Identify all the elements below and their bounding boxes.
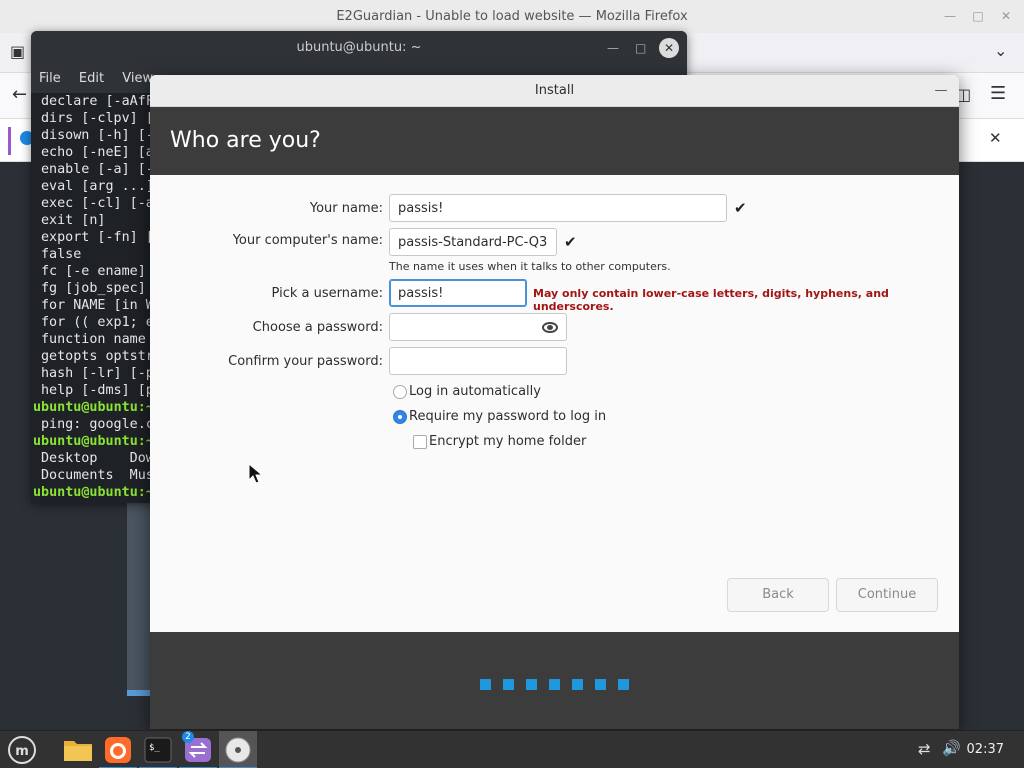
terminal-close-icon[interactable]: ✕ xyxy=(659,38,679,58)
show-password-eye-icon[interactable] xyxy=(542,322,558,333)
require-password-radio[interactable] xyxy=(393,410,407,424)
auto-login-radio[interactable] xyxy=(393,385,407,399)
updates-icon[interactable]: 2 xyxy=(179,731,217,768)
username-label: Pick a username: xyxy=(271,286,383,301)
progress-step-dot xyxy=(549,679,560,690)
menu-view[interactable]: View xyxy=(122,71,153,86)
installer-minimize-icon[interactable]: — xyxy=(931,75,951,107)
auto-login-label[interactable]: Log in automatically xyxy=(409,384,541,399)
encrypt-home-label[interactable]: Encrypt my home folder xyxy=(429,434,586,449)
installer-titlebar[interactable]: Install — xyxy=(150,75,959,107)
confirm-password-label: Confirm your password: xyxy=(228,354,383,369)
menu-edit[interactable]: Edit xyxy=(79,71,104,86)
firefox-title: E2Guardian - Unable to load website — Mo… xyxy=(336,9,688,24)
computer-name-field[interactable] xyxy=(389,228,557,256)
progress-step-dot xyxy=(480,679,491,690)
terminal-titlebar[interactable]: ubuntu@ubuntu: ~ — □ ✕ xyxy=(31,31,687,65)
maximize-icon[interactable]: □ xyxy=(967,0,989,33)
firefox-titlebar: E2Guardian - Unable to load website — Mo… xyxy=(0,0,1024,33)
progress-step-dot xyxy=(618,679,629,690)
hamburger-menu-icon[interactable]: ☰ xyxy=(990,83,1006,104)
require-password-label[interactable]: Require my password to log in xyxy=(409,409,606,424)
name-valid-check-icon: ✔ xyxy=(734,199,747,217)
confirm-password-field[interactable] xyxy=(389,347,567,375)
progress-step-dot xyxy=(595,679,606,690)
installer-window[interactable]: Install — Who are you? Your name: ✔ Your… xyxy=(150,75,959,729)
terminal-icon[interactable]: $_ xyxy=(139,731,177,768)
back-button[interactable]: Back xyxy=(727,578,829,612)
mouse-cursor-icon xyxy=(248,463,264,484)
computer-name-hint: The name it uses when it talks to other … xyxy=(389,260,671,273)
installer-taskbar-icon[interactable] xyxy=(219,731,257,768)
back-arrow-icon[interactable]: ← xyxy=(12,84,27,105)
close-icon[interactable]: ✕ xyxy=(995,0,1017,33)
taskbar: m $_ 2 ⇄ 🔊 02:37 xyxy=(0,730,1024,768)
name-label: Your name: xyxy=(309,201,383,216)
notification-close-icon[interactable]: ✕ xyxy=(989,129,1002,147)
terminal-maximize-icon[interactable]: □ xyxy=(635,31,646,65)
progress-step-dot xyxy=(572,679,583,690)
page-title: Who are you? xyxy=(150,107,959,175)
network-icon[interactable]: ⇄ xyxy=(918,740,931,758)
firefox-icon[interactable] xyxy=(99,731,137,768)
password-label: Choose a password: xyxy=(252,320,383,335)
username-error: May only contain lower-case letters, dig… xyxy=(533,287,889,313)
progress-step-dot xyxy=(503,679,514,690)
svg-text:m: m xyxy=(15,744,29,759)
svg-text:$_: $_ xyxy=(149,743,160,753)
tab-list-chevron-icon[interactable]: ⌄ xyxy=(994,41,1007,60)
progress-step-dot xyxy=(526,679,537,690)
mint-menu-icon[interactable]: m xyxy=(3,731,41,768)
terminal-title: ubuntu@ubuntu: ~ xyxy=(296,40,422,55)
background-window-edge xyxy=(127,503,151,696)
continue-button[interactable]: Continue xyxy=(836,578,938,612)
updates-badge: 2 xyxy=(182,731,194,743)
computer-name-valid-check-icon: ✔ xyxy=(564,233,577,251)
firefox-view-icon[interactable]: ▣ xyxy=(10,42,25,61)
menu-file[interactable]: File xyxy=(39,71,61,86)
computer-name-label: Your computer's name: xyxy=(232,233,383,248)
name-field[interactable] xyxy=(389,194,727,222)
minimize-icon[interactable]: — xyxy=(939,0,961,33)
encrypt-home-checkbox[interactable] xyxy=(413,435,427,449)
clock[interactable]: 02:37 xyxy=(967,731,1004,768)
background-window-accent xyxy=(127,690,151,696)
installer-title: Install xyxy=(534,83,575,98)
installer-form: Your name: ✔ Your computer's name: ✔ The… xyxy=(150,175,959,632)
password-field[interactable] xyxy=(389,313,567,341)
terminal-minimize-icon[interactable]: — xyxy=(607,31,619,65)
notification-accent xyxy=(8,127,11,155)
files-icon[interactable] xyxy=(59,731,97,768)
installer-progress-footer xyxy=(150,632,959,729)
username-field[interactable] xyxy=(389,279,527,307)
volume-icon[interactable]: 🔊 xyxy=(942,739,961,757)
